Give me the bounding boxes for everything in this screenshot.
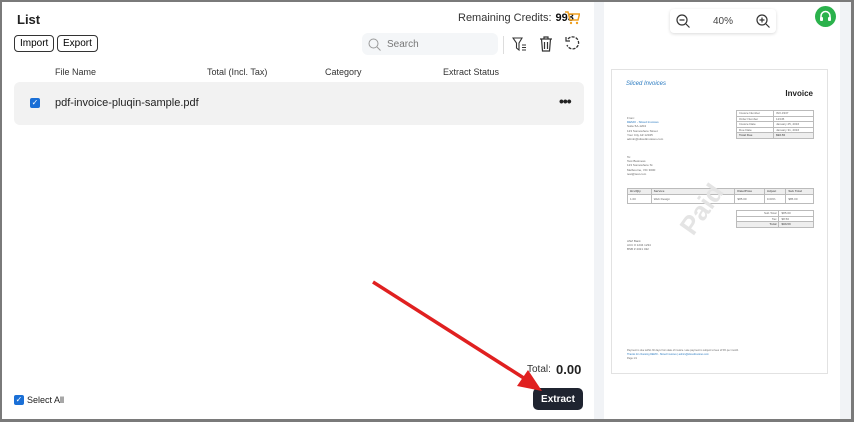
total-label: Total: xyxy=(527,364,551,375)
headset-icon xyxy=(820,10,831,21)
table-row[interactable]: ✓ pdf-invoice-pluqin-sample.pdf ••• xyxy=(14,82,584,125)
bank-line: BSB # 4321 432 xyxy=(627,247,649,252)
meta-value: $93.50 xyxy=(772,132,815,139)
totals-label: Total xyxy=(735,221,780,228)
meta-label: Total Due xyxy=(736,132,774,139)
column-header-category[interactable]: Category xyxy=(325,67,362,77)
red-arrow-annotation xyxy=(372,280,542,391)
invoice-heading: Invoice xyxy=(785,89,813,98)
search-placeholder: Search xyxy=(387,38,419,50)
to-line: 123 Somewhere St xyxy=(627,163,653,168)
total-value: 0.00 xyxy=(556,362,582,377)
zoom-control: 40% xyxy=(670,9,776,33)
refresh-icon[interactable] xyxy=(565,36,580,51)
item-cell: $85.00 xyxy=(785,193,814,204)
remaining-credits: Remaining Credits: 993 xyxy=(458,12,574,24)
item-cell: 1.00 xyxy=(627,193,652,204)
totals-value: $93.50 xyxy=(778,221,814,228)
item-cell: $85.00 xyxy=(734,193,765,204)
invoice-totals-table: Sub Total $85.00 Tax $8.50 Total $93.50 xyxy=(735,210,814,228)
invoice-from: From: DEMO - Sliced Invoices Suite 5A-12… xyxy=(627,116,663,141)
credits-label: Remaining Credits: xyxy=(458,12,552,24)
support-button[interactable] xyxy=(815,6,836,27)
from-line: admin@slicedinvoices.com xyxy=(627,137,664,142)
zoom-in-icon[interactable] xyxy=(756,14,770,28)
invoice-meta-table: Invoice Number INV-3337 Order Number 12345… xyxy=(736,110,815,139)
search-icon xyxy=(368,38,381,51)
divider xyxy=(503,36,504,54)
trash-icon[interactable] xyxy=(539,36,553,52)
column-header-file-name[interactable]: File Name xyxy=(55,67,96,77)
export-button[interactable]: Export xyxy=(57,35,98,52)
column-header-total[interactable]: Total (Incl. Tax) xyxy=(207,67,267,77)
cart-icon[interactable] xyxy=(564,10,580,25)
select-all-label[interactable]: Select All xyxy=(27,395,64,405)
list-panel: List Remaining Credits: 993 Import Export… xyxy=(2,2,594,419)
file-name: pdf-invoice-pluqin-sample.pdf xyxy=(55,97,199,109)
invoice-page-preview: Sliced Invoices Invoice From: DEMO - Sli… xyxy=(611,69,828,374)
invoice-footer: Payment is due within 30 days from date … xyxy=(627,349,739,362)
row-checkbox[interactable]: ✓ xyxy=(30,98,40,108)
column-header-extract-status[interactable]: Extract Status xyxy=(443,67,499,77)
to-line: test@test.com xyxy=(627,171,647,176)
extract-button[interactable]: Extract xyxy=(533,388,583,410)
footer-line: Page 1/1 xyxy=(627,357,638,361)
item-cell: 0.00% xyxy=(763,193,787,204)
bank-details: ANZ Bank ACC # 1234 1234 BSB # 4321 432 xyxy=(627,239,651,252)
invoice-logo: Sliced Invoices xyxy=(626,81,667,87)
page-title: List xyxy=(17,12,41,27)
zoom-level: 40% xyxy=(712,15,733,27)
select-all-checkbox[interactable]: ✓ xyxy=(14,395,24,405)
search-input[interactable]: Search xyxy=(362,33,498,55)
zoom-out-icon[interactable] xyxy=(676,14,690,28)
import-button[interactable]: Import xyxy=(14,35,55,52)
more-options-icon[interactable]: ••• xyxy=(559,93,572,109)
filter-icon[interactable] xyxy=(512,37,527,52)
invoice-to: To: Test Business 123 Somewhere St Melbo… xyxy=(627,155,655,176)
